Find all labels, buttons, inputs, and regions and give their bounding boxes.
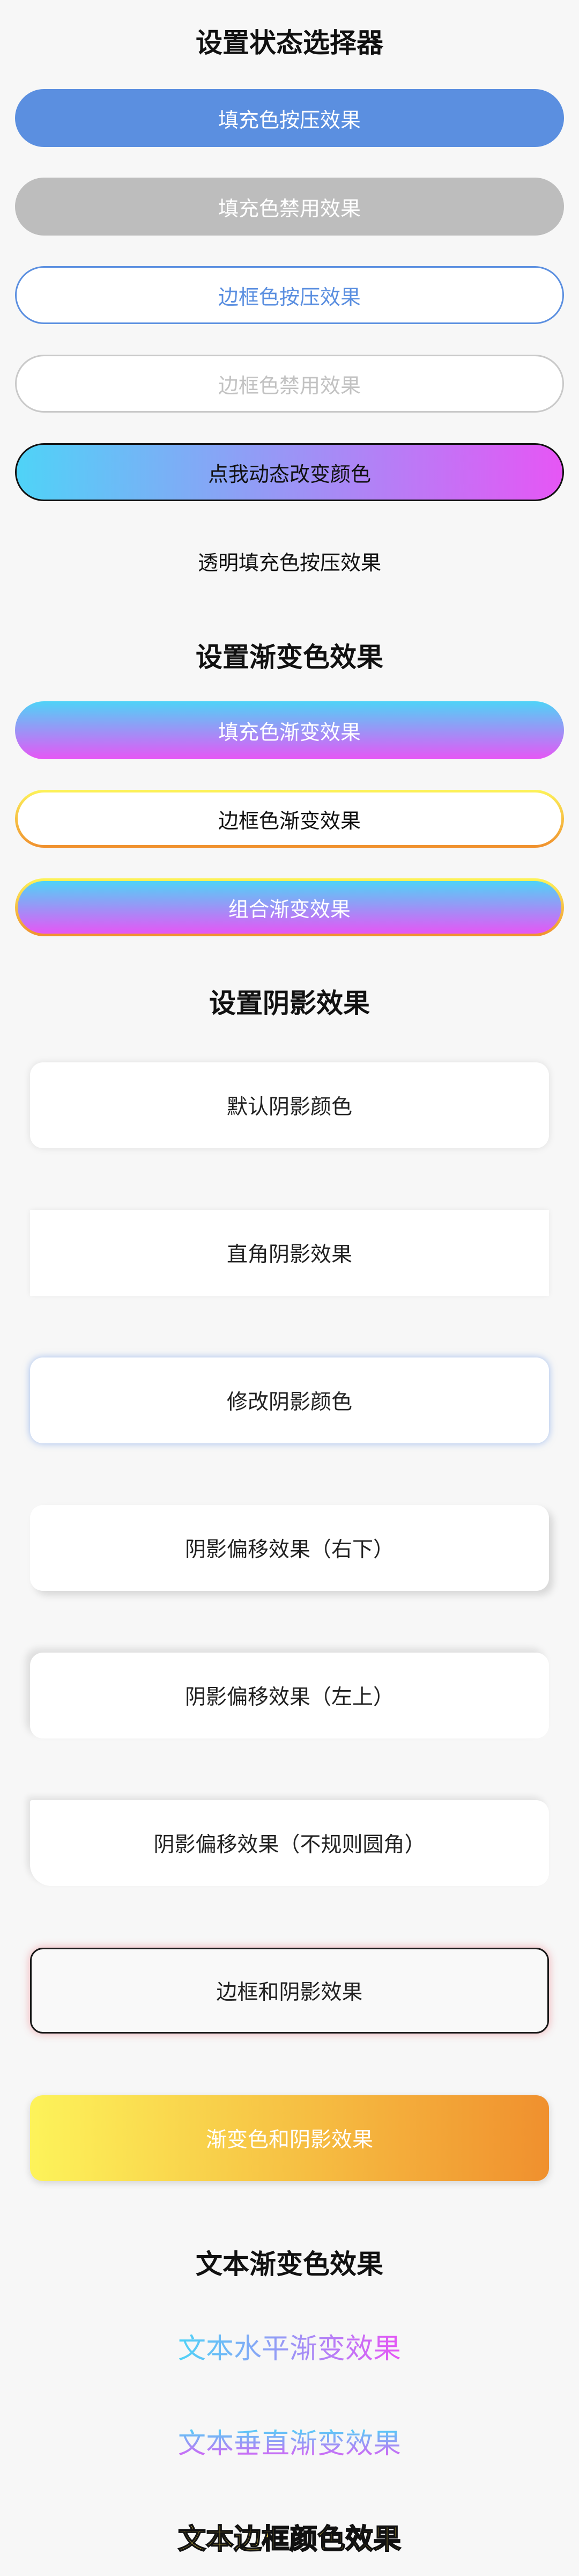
section-title-gradient: 设置渐变色效果: [196, 642, 383, 673]
modify-shadow-color-card: 修改阴影颜色: [30, 1357, 549, 1443]
dynamic-color-button[interactable]: 点我动态改变颜色: [15, 443, 564, 501]
offset-top-left-card: 阴影偏移效果（左上）: [30, 1653, 549, 1738]
fill-gradient-button[interactable]: 填充色渐变效果: [15, 701, 564, 759]
combined-gradient-button[interactable]: 组合渐变效果: [15, 878, 564, 936]
offset-irregular-card: 阴影偏移效果（不规则圆角）: [30, 1800, 549, 1886]
text-horizontal-gradient: 文本水平渐变效果: [177, 2333, 401, 2365]
right-angle-shadow-card: 直角阴影效果: [30, 1210, 549, 1296]
border-gradient-button[interactable]: 边框色渐变效果: [15, 790, 564, 848]
border-pressed-button[interactable]: 边框色按压效果: [15, 266, 564, 324]
text-stroke-color: 文本边框颜色效果: [177, 2523, 402, 2556]
default-shadow-card: 默认阴影颜色: [30, 1062, 549, 1148]
section-title-shadow: 设置阴影效果: [209, 988, 370, 1019]
fill-pressed-button[interactable]: 填充色按压效果: [15, 89, 564, 147]
section-title-text-gradient: 文本渐变色效果: [196, 2249, 383, 2280]
fill-disabled-button[interactable]: 填充色禁用效果: [15, 178, 564, 236]
text-vertical-gradient: 文本垂直渐变效果: [177, 2428, 401, 2460]
transparent-pressed-button[interactable]: 透明填充色按压效果: [15, 532, 564, 590]
offset-bottom-right-card: 阴影偏移效果（右下）: [30, 1505, 549, 1591]
gradient-and-shadow-card: 渐变色和阴影效果: [30, 2095, 549, 2181]
border-and-shadow-card: 边框和阴影效果: [30, 1948, 549, 2034]
section-title-state-selector: 设置状态选择器: [196, 27, 383, 58]
border-disabled-button[interactable]: 边框色禁用效果: [15, 355, 564, 413]
